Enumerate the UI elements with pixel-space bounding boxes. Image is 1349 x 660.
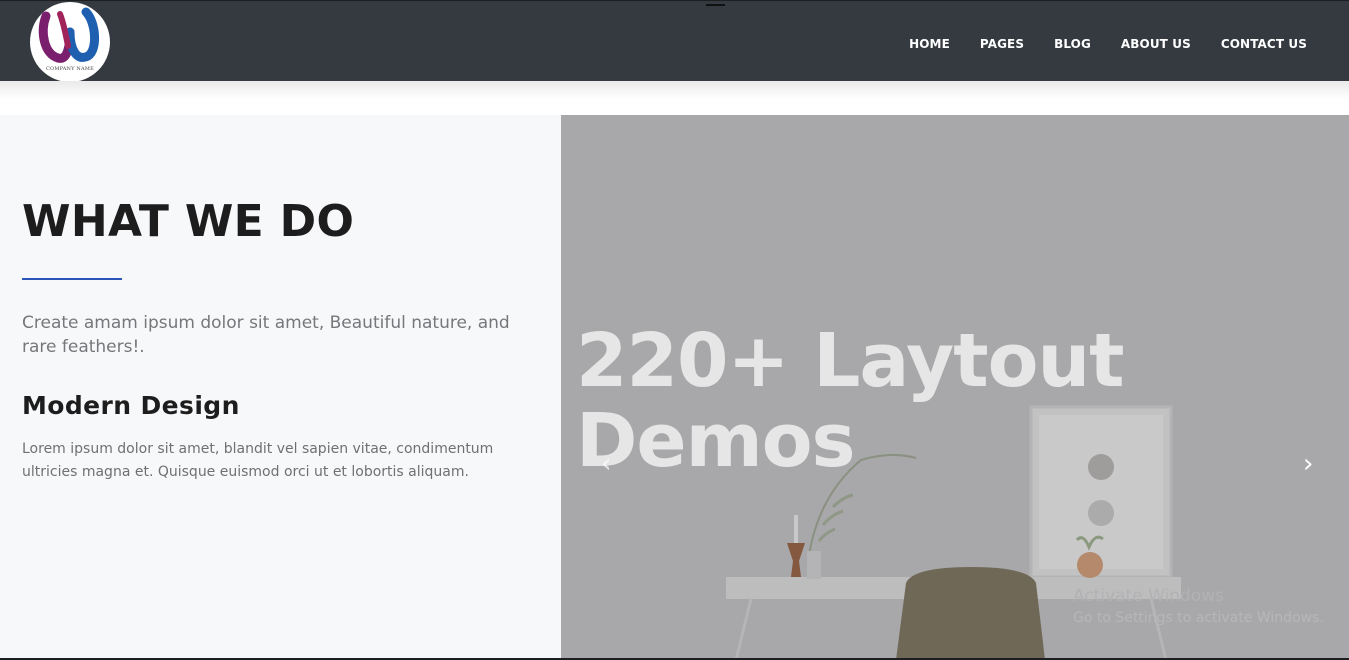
chevron-left-icon[interactable]: ‹ [601,449,611,479]
navbar-divider [706,4,725,6]
main-nav: HOME PAGES BLOG ABOUT US CONTACT US [879,37,1307,51]
feature-description: Lorem ipsum dolor sit amet, blandit vel … [22,441,494,480]
navbar-shadow [0,81,1349,99]
feature-heading: Modern Design [22,391,240,420]
nav-pages[interactable]: PAGES [980,37,1024,51]
nav-contact-us[interactable]: CONTACT US [1221,37,1307,51]
hero-title: 220+ Laytout Demos [576,318,1125,484]
activate-windows-watermark: Activate Windows Go to Settings to activ… [1073,585,1324,629]
watermark-line2: Go to Settings to activate Windows. [1073,610,1324,626]
top-navbar: COMPANY NAME HOME PAGES BLOG ABOUT US CO… [0,0,1349,82]
section-title: WHAT WE DO [22,196,355,247]
company-logo[interactable]: COMPANY NAME [30,2,110,82]
nav-home[interactable]: HOME [909,37,950,51]
hero-title-line2: Demos [576,398,856,484]
watermark-line1: Activate Windows [1073,586,1224,606]
chevron-right-icon[interactable]: › [1303,449,1313,479]
nav-about-us[interactable]: ABOUT US [1121,37,1191,51]
hero-title-line1: 220+ Laytout [576,318,1125,404]
what-we-do-section: WHAT WE DO Create amam ipsum dolor sit a… [0,115,561,660]
nav-blog[interactable]: BLOG [1054,37,1091,51]
logo-text: COMPANY NAME [46,66,94,72]
title-underline [22,278,122,280]
lead-text: Create amam ipsum dolor sit amet, Beauti… [22,313,510,357]
hero-slider: 220+ Laytout Demos ‹ › Activate Windows … [561,115,1349,660]
